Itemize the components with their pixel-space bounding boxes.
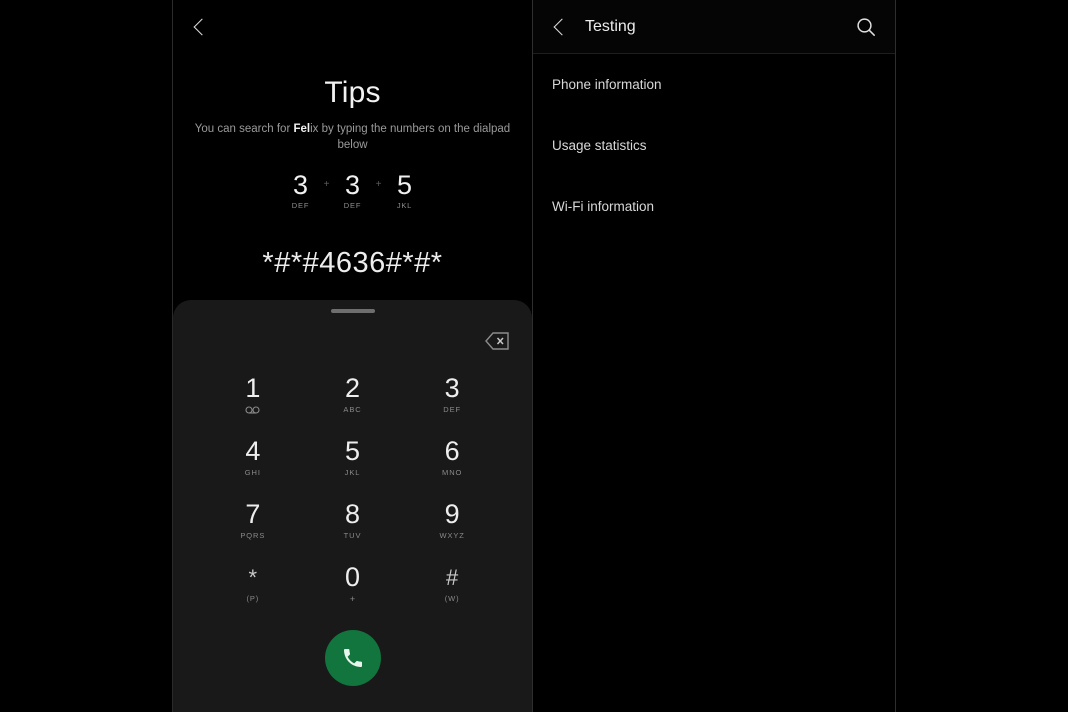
digit-hint-number: 3 [292,170,309,200]
digit-hint-separator: + [323,179,330,190]
key-star-sub: (P) [246,594,260,603]
tips-subtitle-after: by typing the numbers on the dialpad bel… [318,123,511,151]
call-button[interactable] [324,630,381,686]
key-star-symbol: * [248,565,258,590]
digit-hint-letters: JKL [396,201,413,210]
key-8-number: 8 [344,499,360,529]
tips-subtitle: You can search for Felix by typing the n… [187,121,518,153]
key-3-number: 3 [444,373,460,403]
key-8[interactable]: 8 TUV [303,494,403,557]
key-hash-symbol: # [446,565,459,590]
screen-root: Tips You can search for Felix by typing … [0,0,1068,712]
key-6-number: 6 [444,436,460,466]
list-item-label: Phone information [552,77,662,92]
key-4-letters: GHI [244,468,261,477]
dialpad-sheet: 1 2 ABC 3 DEF 4 GHI 5 JKL 6 MNO 7 PQRS 8… [173,300,532,712]
testing-header: Testing [533,0,895,54]
key-1-number: 1 [245,373,261,403]
key-0-number: 0 [344,562,360,592]
search-button[interactable] [853,14,879,40]
key-4-number: 4 [245,436,261,466]
key-0-sub: + [349,594,356,604]
key-0[interactable]: 0 + [303,557,403,620]
key-3[interactable]: 3 DEF [402,368,502,431]
digit-hint-letters: DEF [291,201,310,210]
key-7[interactable]: 7 PQRS [203,494,303,557]
list-item-label: Usage statistics [552,138,647,153]
key-hash[interactable]: # (W) [402,557,502,620]
key-star[interactable]: * (P) [203,557,303,620]
testing-menu-list: Phone information Usage statistics Wi-Fi… [533,54,895,237]
testing-back-button[interactable] [551,16,573,38]
digit-hint-number: 3 [344,170,361,200]
key-6[interactable]: 6 MNO [402,431,502,494]
list-item-usage-statistics[interactable]: Usage statistics [533,115,895,176]
key-2-letters: ABC [343,405,362,414]
digit-hint-1: 3 DEF [332,170,374,210]
dialed-code-display: *#*#4636#*#* [262,247,443,279]
key-9-number: 9 [444,499,460,529]
phone-icon [343,649,362,667]
drag-handle[interactable] [330,309,375,313]
key-9-letters: WXYZ [439,531,465,540]
list-item-label: Wi-Fi information [552,199,655,214]
testing-title: Testing [585,17,636,35]
chevron-left-icon [553,18,571,35]
testing-panel: Testing Phone information Usage statisti… [532,0,896,712]
dialpad-keys: 1 2 ABC 3 DEF 4 GHI 5 JKL 6 MNO 7 PQRS 8… [173,368,532,620]
digit-hint-letters: DEF [343,201,362,210]
voicemail-icon [245,405,260,415]
key-2-number: 2 [344,373,360,403]
key-8-letters: TUV [343,531,362,540]
key-4[interactable]: 4 GHI [203,431,303,494]
key-7-letters: PQRS [240,531,266,540]
key-5-number: 5 [344,436,360,466]
digit-hint-row: 3 DEF + 3 DEF + 5 JKL [173,170,532,210]
digit-hint-0: 3 DEF [280,170,322,210]
list-item-phone-information[interactable]: Phone information [533,54,895,115]
digit-hint-number: 5 [396,170,413,200]
backspace-icon [485,332,509,350]
tips-subtitle-highlight: Fel [293,123,311,135]
key-7-number: 7 [245,499,261,529]
key-hash-sub: (W) [444,594,460,603]
list-item-wifi-information[interactable]: Wi-Fi information [533,176,895,237]
key-3-letters: DEF [443,405,461,414]
key-9[interactable]: 9 WXYZ [402,494,502,557]
page-title: Tips [324,76,381,109]
key-6-letters: MNO [442,468,463,477]
digit-hint-separator: + [375,179,382,190]
key-5-letters: JKL [344,468,361,477]
tips-subtitle-before: You can search for [194,123,294,135]
key-2[interactable]: 2 ABC [303,368,403,431]
key-5[interactable]: 5 JKL [303,431,403,494]
dialer-back-button[interactable] [185,10,219,44]
backspace-button[interactable] [484,331,510,351]
digit-hint-2: 5 JKL [384,170,426,210]
search-icon [857,17,875,36]
chevron-left-icon [193,18,211,36]
key-1[interactable]: 1 [203,368,303,431]
dialer-panel: Tips You can search for Felix by typing … [172,0,532,712]
